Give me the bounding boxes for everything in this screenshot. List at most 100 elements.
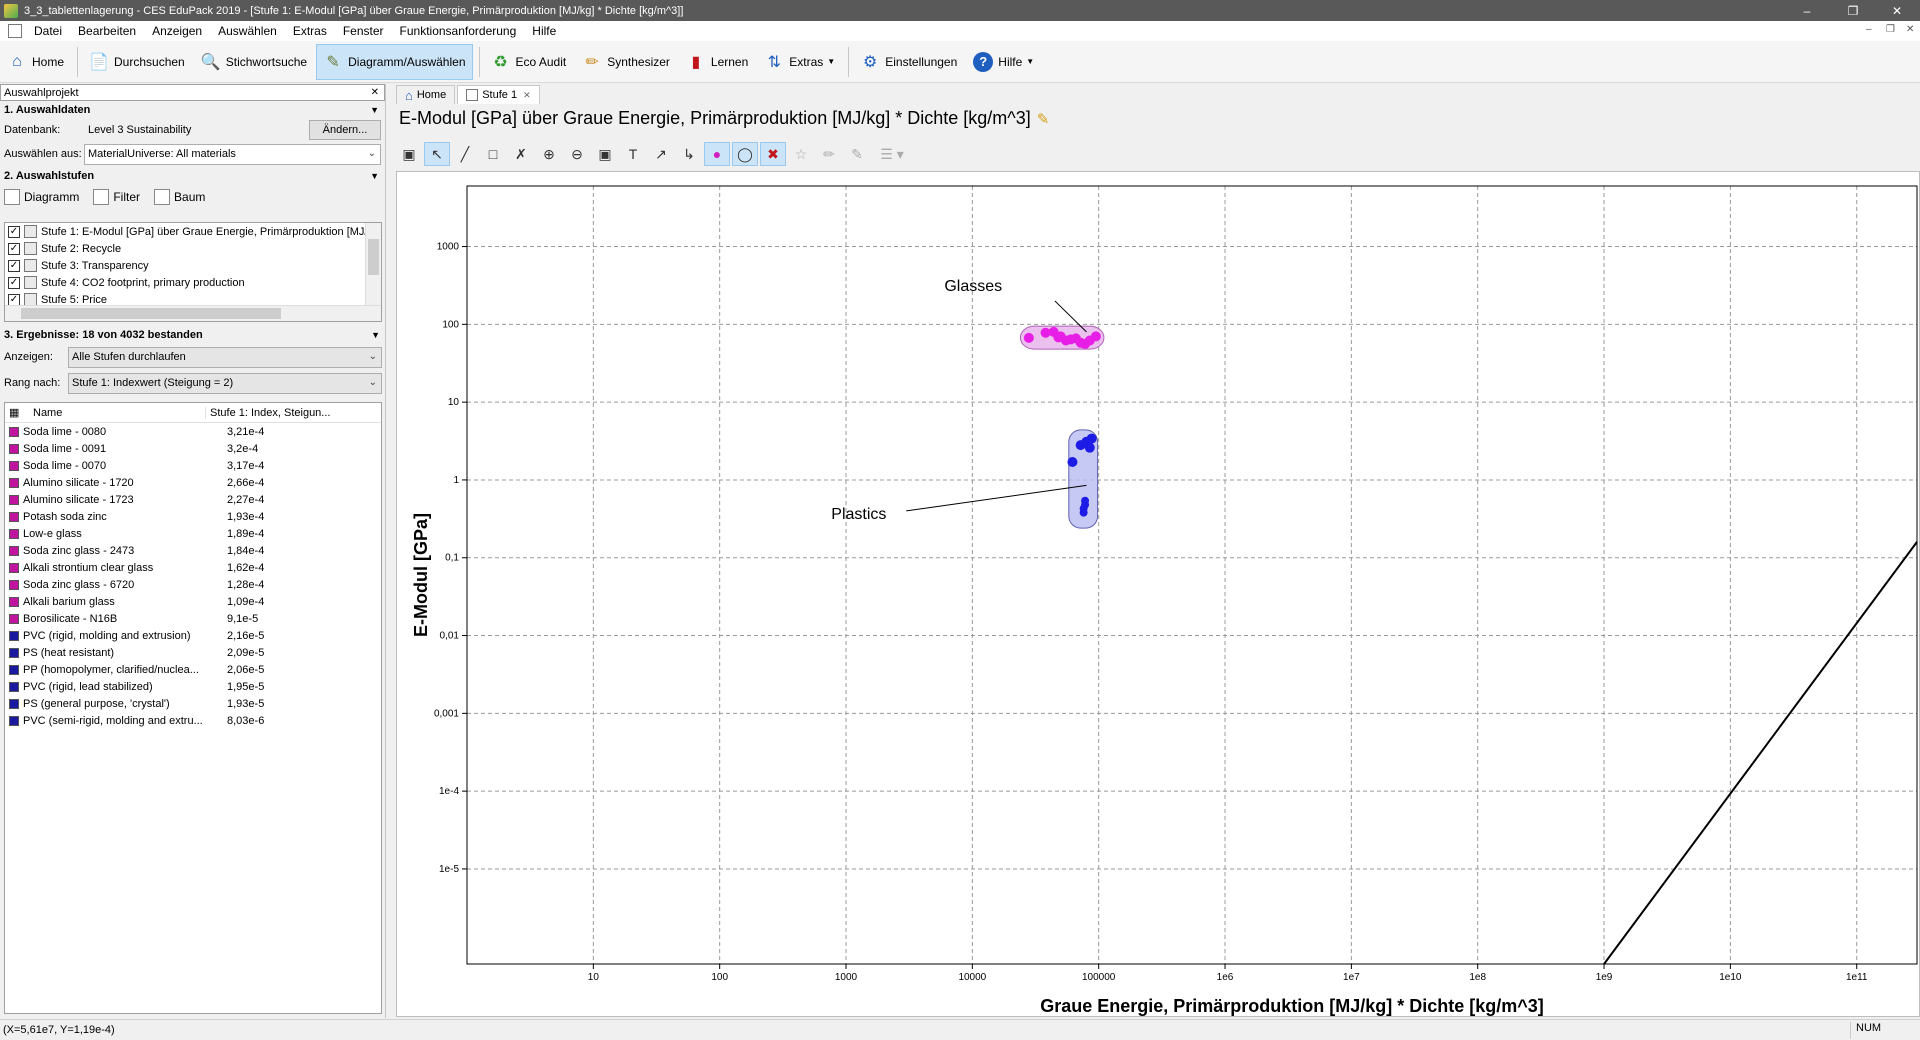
section-selection-stages[interactable]: 2. Auswahlstufen ▼ xyxy=(0,167,385,185)
result-row[interactable]: Low-e glass 1,89e-4 xyxy=(5,525,381,542)
scrollbar-thumb[interactable] xyxy=(21,308,281,319)
material-color-swatch xyxy=(9,494,19,505)
result-row[interactable]: Potash soda zinc 1,93e-4 xyxy=(5,508,381,525)
column-header-name[interactable]: Name xyxy=(25,407,205,419)
menu-edit[interactable]: Bearbeiten xyxy=(70,24,144,38)
close-icon[interactable]: ✕ xyxy=(371,87,379,98)
result-row[interactable]: Soda lime - 0070 3,17e-4 xyxy=(5,457,381,474)
pointer-icon[interactable]: ↖ xyxy=(424,142,450,166)
result-row[interactable]: PS (heat resistant) 2,09e-5 xyxy=(5,644,381,661)
checkbox[interactable]: ✓ xyxy=(8,276,20,289)
chart-select-button[interactable]: ✎ Diagramm/Auswählen xyxy=(316,43,473,80)
browse-button[interactable]: 📄 Durchsuchen xyxy=(82,44,192,80)
show-combo[interactable]: Alle Stufen durchlaufen ⌄ xyxy=(68,346,382,368)
vertical-scrollbar[interactable] xyxy=(365,223,381,307)
result-row[interactable]: Soda lime - 0091 3,2e-4 xyxy=(5,440,381,457)
color-bubbles-icon[interactable]: ● xyxy=(704,142,730,166)
checkbox[interactable]: ✓ xyxy=(8,225,20,238)
checkbox[interactable]: ✓ xyxy=(8,259,20,272)
result-row[interactable]: Soda zinc glass - 6720 1,28e-4 xyxy=(5,576,381,593)
checkbox[interactable]: ✓ xyxy=(8,293,20,306)
minimize-button[interactable]: – xyxy=(1784,0,1830,21)
material-color-swatch xyxy=(9,426,19,437)
result-row[interactable]: Borosilicate - N16B 9,1e-5 xyxy=(5,610,381,627)
horizontal-scrollbar[interactable] xyxy=(5,305,381,321)
filter-stage-button[interactable]: Filter xyxy=(93,189,140,205)
scrollbar-thumb[interactable] xyxy=(368,239,379,275)
chevron-down-icon[interactable]: ▼ xyxy=(371,330,380,340)
box-selection-icon[interactable]: □ xyxy=(480,142,506,166)
fit-icon[interactable]: ▣ xyxy=(592,142,618,166)
menu-view[interactable]: Anzeigen xyxy=(144,24,210,38)
result-row[interactable]: PP (homopolymer, clarified/nuclea... 2,06… xyxy=(5,661,381,678)
panel-header: Auswahlprojekt ✕ xyxy=(0,84,385,101)
chart-stage-button[interactable]: Diagramm xyxy=(4,189,79,205)
stage-item[interactable]: ✓ Stufe 4: CO2 footprint, primary product… xyxy=(5,274,381,291)
stage-item[interactable]: ✓ Stufe 1: E-Modul [GPa] über Graue Energ… xyxy=(5,223,381,240)
favorite-icon[interactable]: ☆ xyxy=(788,142,814,166)
tab-home[interactable]: ⌂ Home xyxy=(396,85,456,104)
chart-settings-icon[interactable]: ▣ xyxy=(396,142,422,166)
home-button[interactable]: ⌂ Home xyxy=(0,44,71,80)
text-icon[interactable]: T xyxy=(620,142,646,166)
learn-button[interactable]: ▮ Lernen xyxy=(679,44,755,80)
result-row[interactable]: PVC (semi-rigid, molding and extru... 8,0… xyxy=(5,712,381,729)
menu-file[interactable]: Datei xyxy=(26,24,70,38)
search-button[interactable]: 🔍 Stichwortsuche xyxy=(194,44,314,80)
mdi-minimize-button[interactable]: – xyxy=(1866,24,1872,35)
notes-icon[interactable]: ✎ xyxy=(844,142,870,166)
result-row[interactable]: Alkali barium glass 1,09e-4 xyxy=(5,593,381,610)
close-window-button[interactable]: ✕ xyxy=(1874,0,1920,21)
mdi-close-button[interactable]: ✕ xyxy=(1906,24,1914,35)
result-row[interactable]: Soda lime - 0080 3,21e-4 xyxy=(5,423,381,440)
delete-selection-icon[interactable]: ✗ xyxy=(508,142,534,166)
mdi-restore-button[interactable]: ❐ xyxy=(1886,24,1895,35)
arrow-icon[interactable]: ↗ xyxy=(648,142,674,166)
restore-button[interactable]: ❐ xyxy=(1830,0,1876,21)
envelope-icon[interactable]: ◯ xyxy=(732,142,758,166)
edit-icon[interactable]: ✎ xyxy=(1037,111,1050,128)
document-icon[interactable] xyxy=(8,24,22,38)
result-row[interactable]: Soda zinc glass - 2473 1,84e-4 xyxy=(5,542,381,559)
settings-button[interactable]: ⚙ Einstellungen xyxy=(853,44,964,80)
tab-stage-1[interactable]: Stufe 1 ✕ xyxy=(457,85,540,104)
result-row[interactable]: PVC (rigid, lead stabilized) 1,95e-5 xyxy=(5,678,381,695)
rank-combo[interactable]: Stufe 1: Indexwert (Steigung = 2) ⌄ xyxy=(68,372,382,394)
columns-icon[interactable]: ▦ xyxy=(5,406,25,419)
section-selection-data[interactable]: 1. Auswahldaten ▼ xyxy=(0,101,385,119)
result-row[interactable]: PS (general purpose, 'crystal') 1,93e-5 xyxy=(5,695,381,712)
pen-icon[interactable]: ✏ xyxy=(816,142,842,166)
menu-extras[interactable]: Extras xyxy=(285,24,335,38)
result-name: PVC (rigid, molding and extrusion) xyxy=(23,629,191,642)
menu-window[interactable]: Fenster xyxy=(335,24,392,38)
hide-failed-icon[interactable]: ✖ xyxy=(760,142,786,166)
result-row[interactable]: Alkali strontium clear glass 1,62e-4 xyxy=(5,559,381,576)
tools-dropdown-icon[interactable]: ☰ ▾ xyxy=(872,142,912,166)
menu-select[interactable]: Auswählen xyxy=(210,24,285,38)
section-results[interactable]: 3. Ergebnisse: 18 von 4032 bestanden ▼ xyxy=(0,326,386,344)
help-button[interactable]: ? Hilfe ▼ xyxy=(966,44,1041,80)
result-row[interactable]: PVC (rigid, molding and extrusion) 2,16e-… xyxy=(5,627,381,644)
result-row[interactable]: Alumino silicate - 1723 2,27e-4 xyxy=(5,491,381,508)
curve-icon[interactable]: ↳ xyxy=(676,142,702,166)
scatter-chart[interactable]: 10 100 1000 10000 100000 1e6 1e7 1e8 1e9 1e10 1e11… xyxy=(397,172,1920,1018)
menu-help[interactable]: Hilfe xyxy=(524,24,564,38)
menu-requirements[interactable]: Funktionsanforderung xyxy=(392,24,525,38)
line-selection-icon[interactable]: ╱ xyxy=(452,142,478,166)
change-database-button[interactable]: Ändern... xyxy=(309,120,381,140)
zoom-in-icon[interactable]: ⊕ xyxy=(536,142,562,166)
close-tab-icon[interactable]: ✕ xyxy=(523,90,531,101)
checkbox[interactable]: ✓ xyxy=(8,242,20,255)
stage-item[interactable]: ✓ Stufe 3: Transparency xyxy=(5,257,381,274)
chevron-down-icon[interactable]: ▼ xyxy=(370,171,379,181)
zoom-out-icon[interactable]: ⊖ xyxy=(564,142,590,166)
chevron-down-icon[interactable]: ▼ xyxy=(370,105,379,115)
synthesizer-button[interactable]: ✏ Synthesizer xyxy=(575,44,677,80)
extras-button[interactable]: ⇅ Extras ▼ xyxy=(757,44,842,80)
tree-stage-button[interactable]: Baum xyxy=(154,189,205,205)
result-row[interactable]: Alumino silicate - 1720 2,66e-4 xyxy=(5,474,381,491)
column-header-index[interactable]: Stufe 1: Index, Steigun... xyxy=(205,406,345,419)
stage-item[interactable]: ✓ Stufe 2: Recycle xyxy=(5,240,381,257)
eco-audit-button[interactable]: ♻ Eco Audit xyxy=(484,44,574,80)
select-from-combo[interactable]: MaterialUniverse: All materials ⌄ xyxy=(84,143,381,165)
